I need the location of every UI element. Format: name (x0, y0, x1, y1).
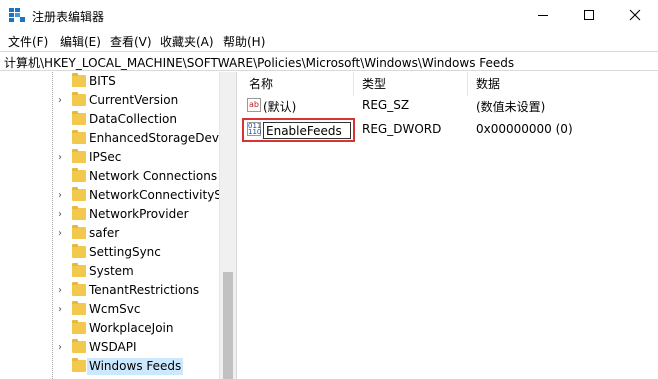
tree-item-label: CurrentVersion (89, 93, 179, 107)
tree-item-label: safer (89, 226, 120, 240)
tree-scrollbar[interactable] (219, 72, 236, 379)
tree-item-label: DataCollection (89, 112, 178, 126)
tree-item-network-connections[interactable]: Network Connections (0, 167, 219, 186)
address-bar[interactable]: 计算机\HKEY_LOCAL_MACHINE\SOFTWARE\Policies… (0, 51, 658, 71)
menu-file[interactable]: 文件(F) (8, 33, 48, 50)
tree-item-label: SettingSync (89, 245, 161, 259)
tree-item-networkconnectivitysta[interactable]: › NetworkConnectivitySta (0, 186, 234, 205)
close-button[interactable] (612, 0, 658, 30)
tree-item-label: WorkplaceJoin (89, 321, 174, 335)
rename-input[interactable] (263, 122, 351, 139)
tree-scrollbar-thumb[interactable] (223, 272, 233, 379)
title-bar: 注册表编辑器 (0, 0, 658, 30)
string-value-icon: ab (247, 98, 261, 112)
column-header-data[interactable]: 数据 (468, 72, 658, 96)
folder-icon (72, 244, 86, 258)
folder-icon (72, 358, 86, 372)
tree-item-networkprovider[interactable]: › NetworkProvider (0, 205, 219, 224)
tree-item-tenantrestrictions[interactable]: › TenantRestrictions (0, 281, 219, 300)
folder-icon (72, 92, 86, 106)
tree-item-windows-feeds[interactable]: Windows Feeds (0, 357, 219, 376)
tree-item-safer[interactable]: › safer (0, 224, 219, 243)
chevron-right-icon[interactable]: › (58, 209, 62, 220)
folder-icon (72, 73, 86, 87)
tree-item-enhancedstoragedevice[interactable]: EnhancedStorageDevice (0, 129, 236, 148)
folder-icon (72, 263, 86, 277)
tree-item-wsdapi[interactable]: › WSDAPI (0, 338, 219, 357)
tree-item-label: NetworkConnectivitySta (89, 188, 234, 202)
menu-view[interactable]: 查看(V) (110, 33, 152, 50)
folder-icon (72, 282, 86, 296)
tree-item-label: IPSec (89, 150, 122, 164)
column-header-type[interactable]: 类型 (354, 72, 468, 96)
maximize-icon (584, 10, 594, 20)
address-path: 计算机\HKEY_LOCAL_MACHINE\SOFTWARE\Policies… (4, 56, 515, 70)
minimize-button[interactable] (520, 0, 566, 30)
chevron-right-icon[interactable]: › (58, 304, 62, 315)
window-title: 注册表编辑器 (32, 10, 105, 24)
folder-icon (72, 301, 86, 315)
tree-item-wcmsvc[interactable]: › WcmSvc (0, 300, 219, 319)
folder-icon (72, 168, 86, 182)
folder-icon (72, 130, 86, 144)
value-data: 0x00000000 (0) (476, 122, 573, 136)
menu-help[interactable]: 帮助(H) (223, 33, 265, 50)
chevron-right-icon[interactable]: › (58, 228, 62, 239)
tree-item-ipsec[interactable]: › IPSec (0, 148, 219, 167)
column-header-name[interactable]: 名称 (241, 72, 354, 96)
registry-editor-icon (9, 8, 25, 22)
folder-icon (72, 320, 86, 334)
value-data: (数值未设置) (476, 100, 546, 114)
tree-item-label: Windows Feeds (87, 358, 184, 375)
folder-icon (72, 111, 86, 125)
tree-item-system[interactable]: System (0, 262, 219, 281)
folder-icon (72, 187, 86, 201)
minimize-icon (538, 15, 548, 16)
value-list: 名称 类型 数据 ab (默认) REG_SZ (数值未设置) 011 110 R… (241, 72, 658, 379)
tree-item-currentversion[interactable]: › CurrentVersion (0, 91, 219, 110)
tree-item-bits[interactable]: BITS (0, 72, 219, 91)
folder-icon (72, 149, 86, 163)
tree-item-label: WSDAPI (89, 340, 137, 354)
chevron-right-icon[interactable]: › (58, 342, 62, 353)
tree-item-label: System (89, 264, 134, 278)
chevron-right-icon[interactable]: › (58, 152, 62, 163)
tree-item-label: WcmSvc (89, 302, 141, 316)
value-type: REG_SZ (362, 98, 410, 112)
tree-item-label: EnhancedStorageDevice (89, 131, 236, 145)
tree-item-workplacejoin[interactable]: WorkplaceJoin (0, 319, 219, 338)
menu-bar: 文件(F) 编辑(E) 查看(V) 收藏夹(A) 帮助(H) (0, 31, 658, 51)
maximize-button[interactable] (566, 0, 612, 30)
folder-icon (72, 339, 86, 353)
close-icon (629, 9, 641, 21)
tree-item-label: TenantRestrictions (89, 283, 200, 297)
tree-item-datacollection[interactable]: DataCollection (0, 110, 219, 129)
menu-favorites[interactable]: 收藏夹(A) (160, 33, 214, 50)
rename-highlight (242, 118, 355, 142)
value-row-default[interactable]: ab (默认) REG_SZ (数值未设置) (241, 96, 658, 116)
tree-item-label: BITS (89, 74, 116, 88)
chevron-right-icon[interactable]: › (58, 190, 62, 201)
tree-item-label: Network Connections (89, 169, 218, 183)
key-tree: BITS › CurrentVersion DataCollection Enh… (0, 72, 236, 379)
chevron-right-icon[interactable]: › (58, 285, 62, 296)
value-type: REG_DWORD (362, 122, 442, 136)
folder-icon (72, 206, 86, 220)
menu-edit[interactable]: 编辑(E) (60, 33, 101, 50)
folder-icon (72, 225, 86, 239)
value-name: (默认) (263, 100, 297, 114)
tree-item-settingsync[interactable]: SettingSync (0, 243, 219, 262)
chevron-right-icon[interactable]: › (58, 95, 62, 106)
tree-item-label: NetworkProvider (89, 207, 189, 221)
